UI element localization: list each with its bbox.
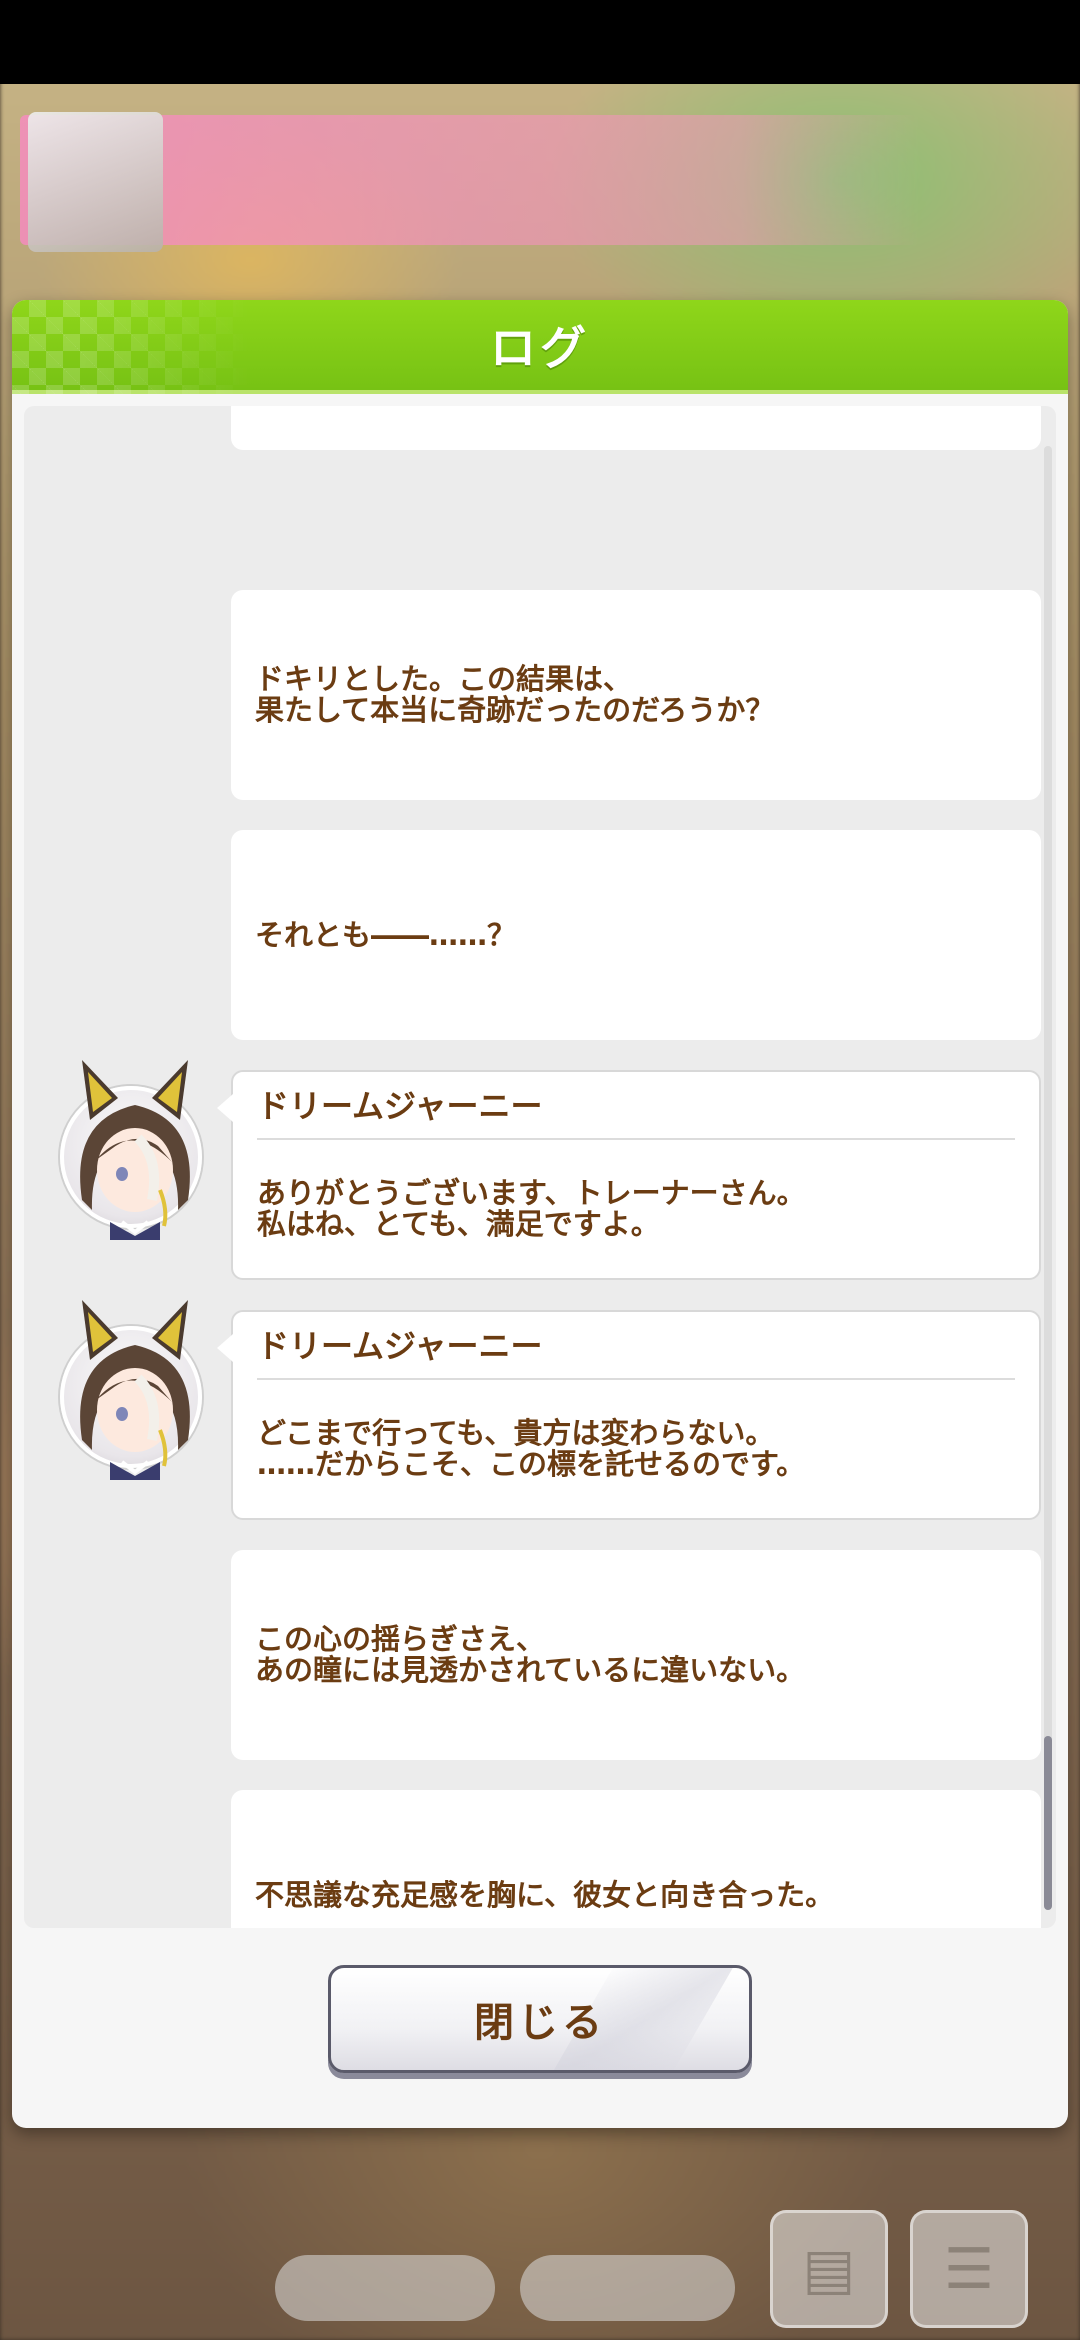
- log-entry: 不思議な充足感を胸に、彼女と向き合った。: [231, 1790, 1041, 1928]
- log-icon: ▤: [770, 2210, 888, 2328]
- log-entry-text: それとも――……？: [255, 917, 517, 952]
- log-entry: ドキリとした。この結果は、 果たして本当に奇跡だったのだろうか？: [231, 590, 1041, 800]
- log-entry: ドリームジャーニー どこまで行っても、貴方は変わらない。 ……だからこそ、この標…: [217, 1310, 1041, 1520]
- scrollbar[interactable]: [1044, 446, 1052, 1910]
- log-entry: [231, 406, 1041, 450]
- log-entry-text: ドキリとした。この結果は、 果たして本当に奇跡だったのだろうか？: [255, 662, 775, 727]
- header-pattern: [12, 300, 252, 394]
- log-entry-text: 不思議な充足感を胸に、彼女と向き合った。: [255, 1877, 835, 1912]
- speaker-name: ドリームジャーニー: [257, 1322, 1015, 1380]
- close-button[interactable]: 閉じる: [328, 1965, 752, 2073]
- log-entry: それとも――……？: [231, 830, 1041, 1040]
- log-dialog: ログ ドキリとした。この結果は、 果たして本当に奇跡だったのだろうか？ それとも…: [12, 300, 1068, 2128]
- log-entry: この心の揺らぎさえ、 あの瞳には見透かされているに違いない。: [231, 1550, 1041, 1760]
- character-portrait-icon: [60, 1300, 202, 1480]
- character-portrait-icon: [60, 1060, 202, 1240]
- menu-icon: ☰: [910, 2210, 1028, 2328]
- dialog-header: ログ: [12, 300, 1068, 394]
- close-button-label: 閉じる: [474, 2000, 606, 2046]
- dialog-title: ログ: [490, 321, 590, 375]
- log-entry-text: どこまで行っても、貴方は変わらない。 ……だからこそ、この標を託せるのです。: [257, 1416, 806, 1481]
- log-list[interactable]: ドキリとした。この結果は、 果たして本当に奇跡だったのだろうか？ それとも――……: [24, 406, 1056, 1928]
- skip-button-background: [275, 2255, 495, 2321]
- scrollbar-thumb[interactable]: [1044, 1736, 1052, 1910]
- status-bar: [0, 0, 1080, 84]
- speaker-name: ドリームジャーニー: [257, 1082, 1015, 1140]
- log-entry-text: ありがとうございます、トレーナーさん。 私はね、とても、満足ですよ。: [257, 1176, 806, 1241]
- log-entry: ドリームジャーニー ありがとうございます、トレーナーさん。 私はね、とても、満足…: [217, 1070, 1041, 1280]
- log-entry-text: この心の揺らぎさえ、 あの瞳には見透かされているに違いない。: [255, 1622, 806, 1687]
- auto-button-background: [520, 2255, 735, 2321]
- background-portrait: [28, 112, 163, 252]
